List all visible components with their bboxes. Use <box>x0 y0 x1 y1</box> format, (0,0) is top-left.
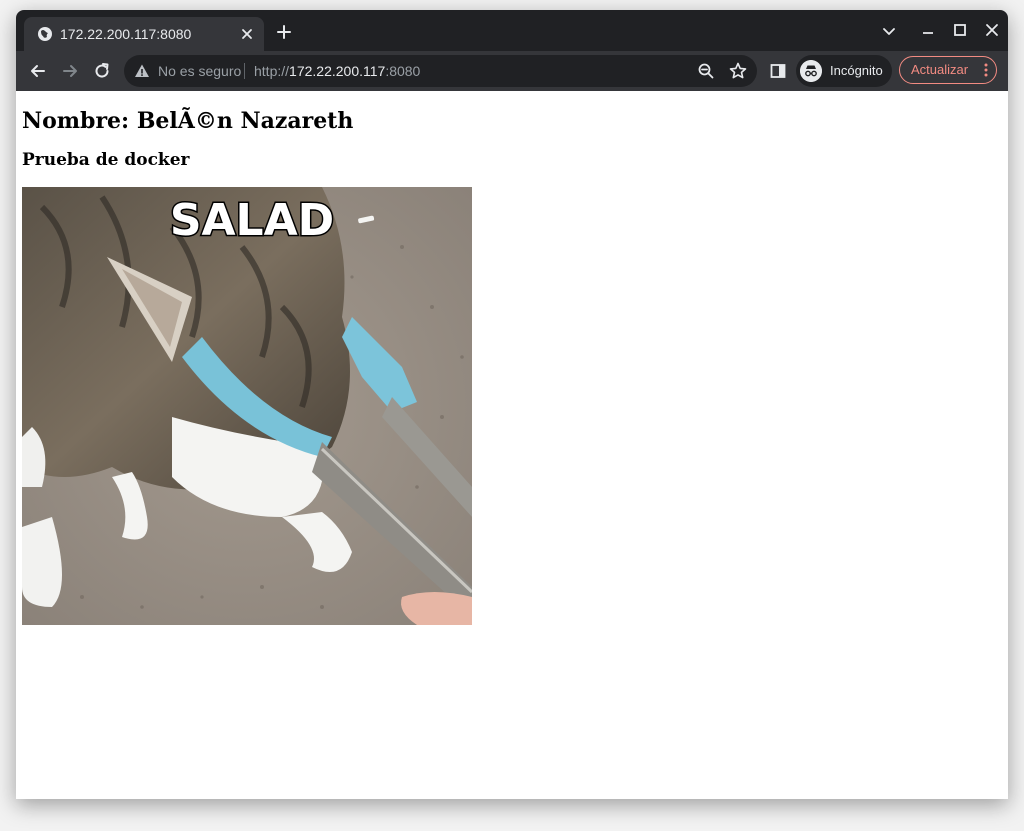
meme-caption: SALAD <box>170 195 334 246</box>
menu-dots-icon[interactable] <box>984 62 988 78</box>
zoom-out-icon[interactable] <box>696 61 716 81</box>
arrow-right-icon[interactable] <box>60 61 80 81</box>
url-text[interactable]: http://172.22.200.117:8080 <box>254 62 420 80</box>
page-subheading: Prueba de docker <box>22 150 190 170</box>
maximize-icon[interactable] <box>952 22 968 38</box>
update-button[interactable]: Actualizar <box>899 56 997 84</box>
address-divider <box>244 63 245 79</box>
cat-meme-image: SALAD <box>22 187 472 625</box>
update-label: Actualizar <box>911 62 969 77</box>
globe-icon <box>38 27 52 41</box>
browser-tab[interactable]: 172.22.200.117:8080 <box>24 17 264 51</box>
tab-search-icon[interactable] <box>881 23 897 39</box>
plus-icon[interactable] <box>276 24 292 40</box>
incognito-indicator[interactable]: Incógnito <box>796 55 892 87</box>
close-icon[interactable] <box>984 22 1000 38</box>
url-port: :8080 <box>385 63 421 79</box>
tab-title: 172.22.200.117:8080 <box>60 26 192 42</box>
incognito-label: Incógnito <box>830 63 883 78</box>
arrow-left-icon[interactable] <box>28 61 48 81</box>
warning-icon[interactable] <box>134 63 150 79</box>
star-icon[interactable] <box>728 61 748 81</box>
close-tab-icon[interactable] <box>240 27 254 41</box>
incognito-icon <box>800 60 822 82</box>
browser-window: 172.22.200.117:8080 No es seguro http://… <box>16 10 1008 799</box>
page-viewport: Nombre: BelÃ©n Nazareth Prueba de docker <box>16 91 1008 799</box>
browser-toolbar: No es seguro http://172.22.200.117:8080 <box>16 51 1008 91</box>
reload-icon[interactable] <box>92 61 112 81</box>
minimize-icon[interactable] <box>920 23 936 39</box>
tab-strip: 172.22.200.117:8080 <box>16 10 1008 51</box>
page-heading: Nombre: BelÃ©n Nazareth <box>22 108 354 134</box>
url-scheme: http:// <box>254 63 290 79</box>
security-status[interactable]: No es seguro <box>158 62 241 80</box>
side-panel-icon[interactable] <box>768 61 788 81</box>
url-host: 172.22.200.117 <box>289 63 386 79</box>
address-bar[interactable]: No es seguro http://172.22.200.117:8080 <box>124 55 757 87</box>
